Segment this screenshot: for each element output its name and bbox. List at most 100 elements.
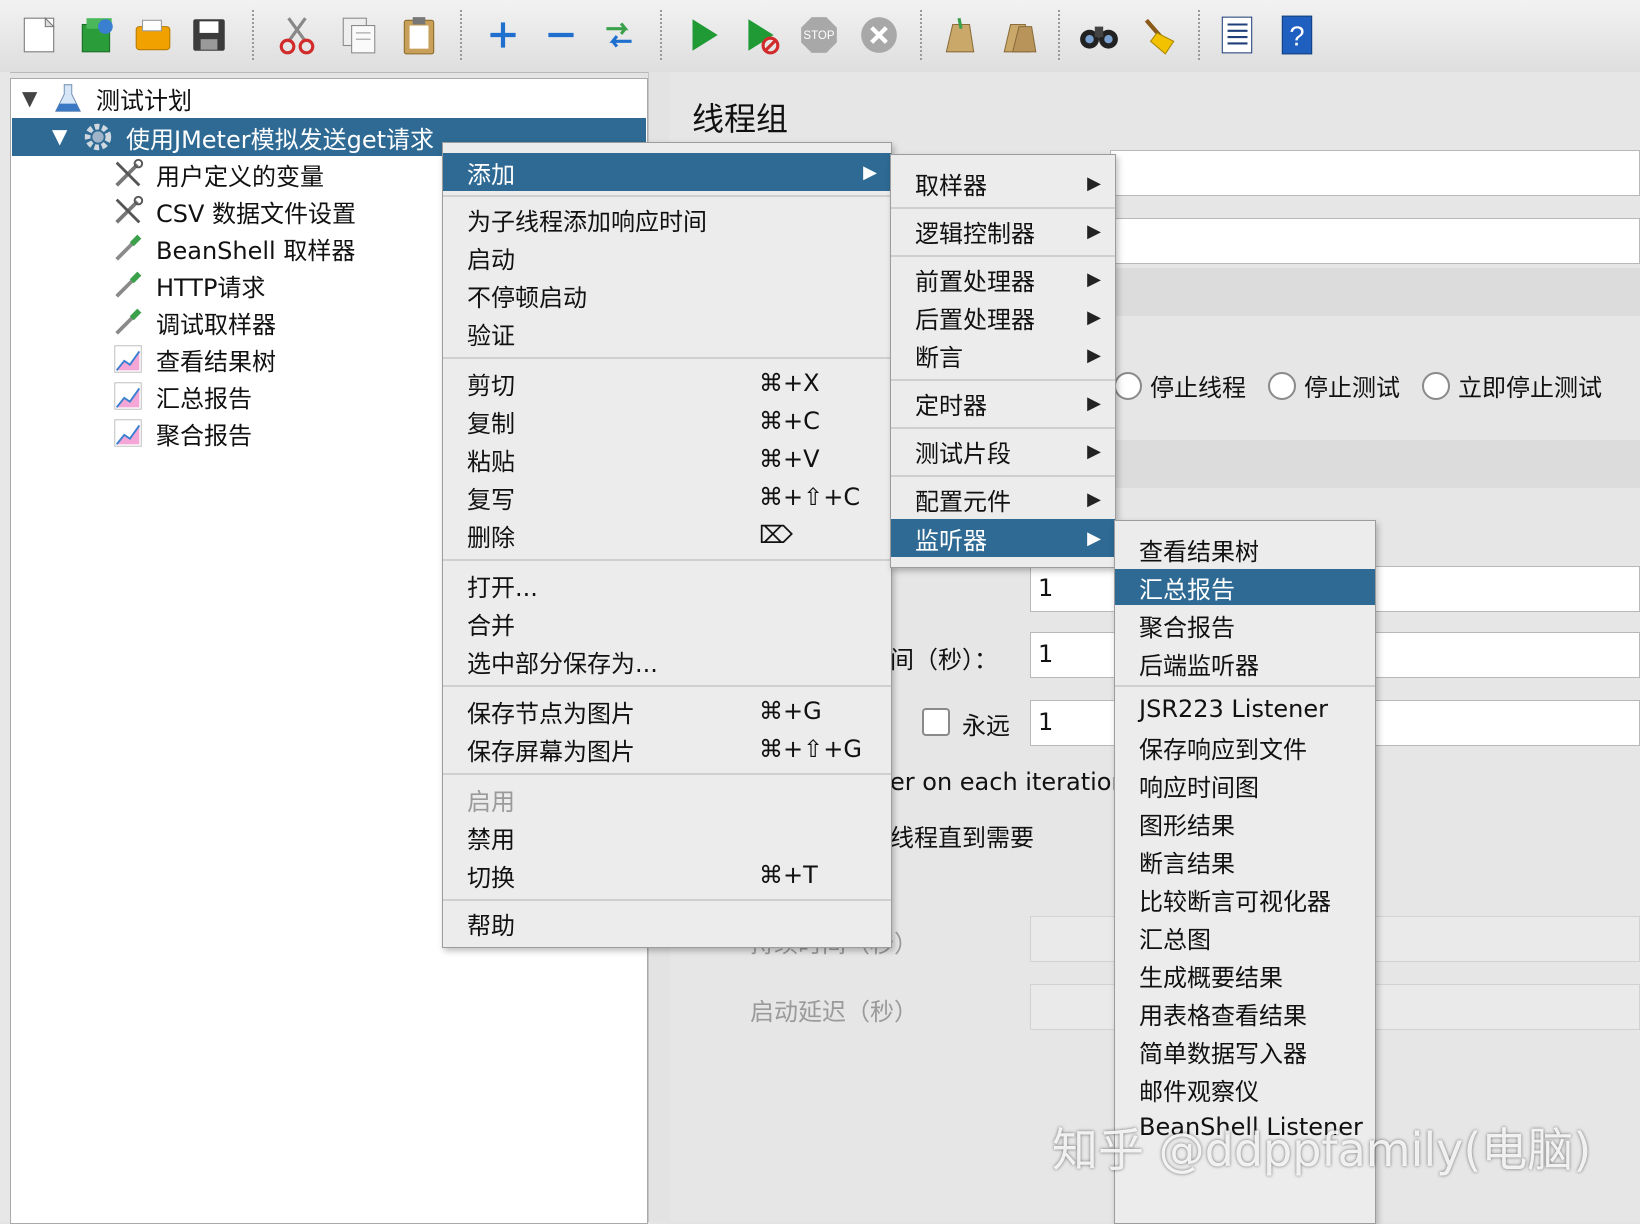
menu-item-open[interactable]: 打开... [443, 567, 891, 603]
cut-icon[interactable] [274, 12, 320, 58]
tree-node-thread-group[interactable]: 使用JMeter模拟发送get请求 [80, 119, 434, 155]
menu-item-duplicate[interactable]: 复写⌘+⇧+C [443, 479, 891, 515]
listener-item[interactable]: 用表格查看结果 [1115, 995, 1375, 1031]
help-icon[interactable]: ? [1274, 12, 1320, 58]
tree-node-test-plan[interactable]: 测试计划 [50, 80, 192, 116]
expand-icon[interactable] [480, 12, 526, 58]
menu-item-save-selection-as[interactable]: 选中部分保存为... [443, 643, 891, 679]
tree-node-summary-report[interactable]: 汇总报告 [110, 378, 252, 414]
clear-all-icon[interactable] [996, 12, 1042, 58]
tree-node-label: 聚合报告 [156, 416, 252, 451]
watermark: 知乎 @ddppfamily(电脑) [1052, 1114, 1591, 1180]
gear-icon [80, 119, 116, 155]
tree-node-label: HTTP请求 [156, 268, 265, 303]
tree-node-debug-sampler[interactable]: 调试取样器 [110, 304, 276, 340]
submenu-item-test-fragment[interactable]: 测试片段▶ [891, 433, 1115, 469]
listener-item[interactable]: 汇总报告 [1115, 569, 1375, 605]
menu-item-delete[interactable]: 删除⌦ [443, 517, 891, 553]
menu-separator [1115, 685, 1375, 687]
submenu-item-sampler[interactable]: 取样器▶ [891, 165, 1115, 201]
expand-triangle-icon[interactable]: ▼ [22, 86, 37, 110]
menu-item-start[interactable]: 启动 [443, 239, 891, 275]
listener-item[interactable]: 简单数据写入器 [1115, 1033, 1375, 1069]
submenu-item-assertion[interactable]: 断言▶ [891, 337, 1115, 373]
menu-item-disable[interactable]: 禁用 [443, 819, 891, 855]
toggle-icon[interactable] [596, 12, 642, 58]
menu-item-save-node-image[interactable]: 保存节点为图片⌘+G [443, 693, 891, 729]
tree-node-csv[interactable]: CSV 数据文件设置 [110, 193, 356, 229]
listener-item[interactable]: 断言结果 [1115, 843, 1375, 879]
listener-item[interactable]: 汇总图 [1115, 919, 1375, 955]
start-no-pauses-icon[interactable] [738, 12, 784, 58]
stop-icon[interactable]: STOP [796, 12, 842, 58]
submenu-item-config-element[interactable]: 配置元件▶ [891, 481, 1115, 517]
submenu-item-pre-processor[interactable]: 前置处理器▶ [891, 261, 1115, 297]
loop-count-value: 1 [1038, 708, 1053, 736]
menu-item-toggle[interactable]: 切换⌘+T [443, 857, 891, 893]
submenu-item-timer[interactable]: 定时器▶ [891, 385, 1115, 421]
menu-item-paste[interactable]: 粘贴⌘+V [443, 441, 891, 477]
tree-node-user-vars[interactable]: 用户定义的变量 [110, 156, 324, 192]
listener-item[interactable]: 比较断言可视化器 [1115, 881, 1375, 917]
submenu-arrow-icon: ▶ [1087, 307, 1101, 328]
comments-field[interactable] [1110, 218, 1640, 264]
shutdown-icon[interactable] [856, 12, 902, 58]
forever-checkbox[interactable] [922, 708, 950, 736]
menu-item-validate[interactable]: 验证 [443, 315, 891, 351]
menu-item-label: 删除 [467, 518, 515, 553]
menu-item-label: 生成概要结果 [1139, 958, 1283, 993]
listener-item[interactable]: JSR223 Listener [1115, 691, 1375, 727]
menu-item-merge[interactable]: 合并 [443, 605, 891, 641]
listener-item[interactable]: 生成概要结果 [1115, 957, 1375, 993]
context-menu: 添加 ▶ 为子线程添加响应时间 启动 不停顿启动 验证 剪切⌘+X 复制⌘+C … [442, 142, 892, 948]
search-icon[interactable] [1076, 12, 1122, 58]
menu-item-copy[interactable]: 复制⌘+C [443, 403, 891, 439]
listener-item[interactable]: 邮件观察仪 [1115, 1071, 1375, 1107]
tree-node-view-results-tree[interactable]: 查看结果树 [110, 341, 276, 377]
menu-item-add[interactable]: 添加 ▶ [443, 153, 891, 191]
save-icon[interactable] [186, 12, 232, 58]
menu-shortcut: ⌘+G [759, 697, 822, 725]
templates-icon[interactable] [74, 12, 120, 58]
open-icon[interactable] [130, 12, 176, 58]
menu-separator [891, 207, 1115, 209]
menu-shortcut: ⌘+V [759, 445, 820, 473]
clear-icon[interactable] [936, 12, 982, 58]
menu-item-label: 逻辑控制器 [915, 214, 1035, 249]
menu-separator [891, 255, 1115, 257]
menu-item-help[interactable]: 帮助 [443, 905, 891, 941]
submenu-item-listener[interactable]: 监听器▶ [891, 519, 1115, 557]
tree-node-label: 调试取样器 [156, 305, 276, 340]
tree-node-http-request[interactable]: HTTP请求 [110, 267, 265, 303]
tree-node-aggregate-report[interactable]: 聚合报告 [110, 415, 252, 451]
listener-item[interactable]: 聚合报告 [1115, 607, 1375, 643]
copy-icon[interactable] [336, 12, 382, 58]
menu-item-label: 汇总报告 [1139, 570, 1235, 605]
radio-stop-test-now[interactable] [1422, 372, 1450, 400]
new-plan-icon[interactable] [16, 12, 62, 58]
name-field[interactable] [1110, 150, 1640, 196]
tree-node-beanshell-sampler[interactable]: BeanShell 取样器 [110, 230, 355, 266]
paste-icon[interactable] [396, 12, 442, 58]
listener-item[interactable]: 响应时间图 [1115, 767, 1375, 803]
menu-item-cut[interactable]: 剪切⌘+X [443, 365, 891, 401]
startup-delay-label: 启动延迟（秒） [750, 992, 918, 1027]
function-helper-icon[interactable] [1214, 12, 1260, 58]
radio-stop-thread[interactable] [1114, 372, 1142, 400]
menu-item-label: 用表格查看结果 [1139, 996, 1307, 1031]
listener-item[interactable]: 查看结果树 [1115, 531, 1375, 567]
submenu-item-logic-controller[interactable]: 逻辑控制器▶ [891, 213, 1115, 249]
listener-item[interactable]: 保存响应到文件 [1115, 729, 1375, 765]
menu-item-start-no-pauses[interactable]: 不停顿启动 [443, 277, 891, 313]
reset-search-icon[interactable] [1136, 12, 1182, 58]
menu-item-save-screen-image[interactable]: 保存屏幕为图片⌘+⇧+G [443, 731, 891, 767]
start-icon[interactable] [680, 12, 726, 58]
submenu-item-post-processor[interactable]: 后置处理器▶ [891, 299, 1115, 335]
toolbar-separator [1058, 10, 1060, 60]
menu-item-add-response-time[interactable]: 为子线程添加响应时间 [443, 201, 891, 237]
radio-stop-test[interactable] [1268, 372, 1296, 400]
expand-triangle-icon[interactable]: ▼ [52, 124, 67, 148]
collapse-icon[interactable] [538, 12, 584, 58]
listener-item[interactable]: 后端监听器 [1115, 645, 1375, 681]
listener-item[interactable]: 图形结果 [1115, 805, 1375, 841]
